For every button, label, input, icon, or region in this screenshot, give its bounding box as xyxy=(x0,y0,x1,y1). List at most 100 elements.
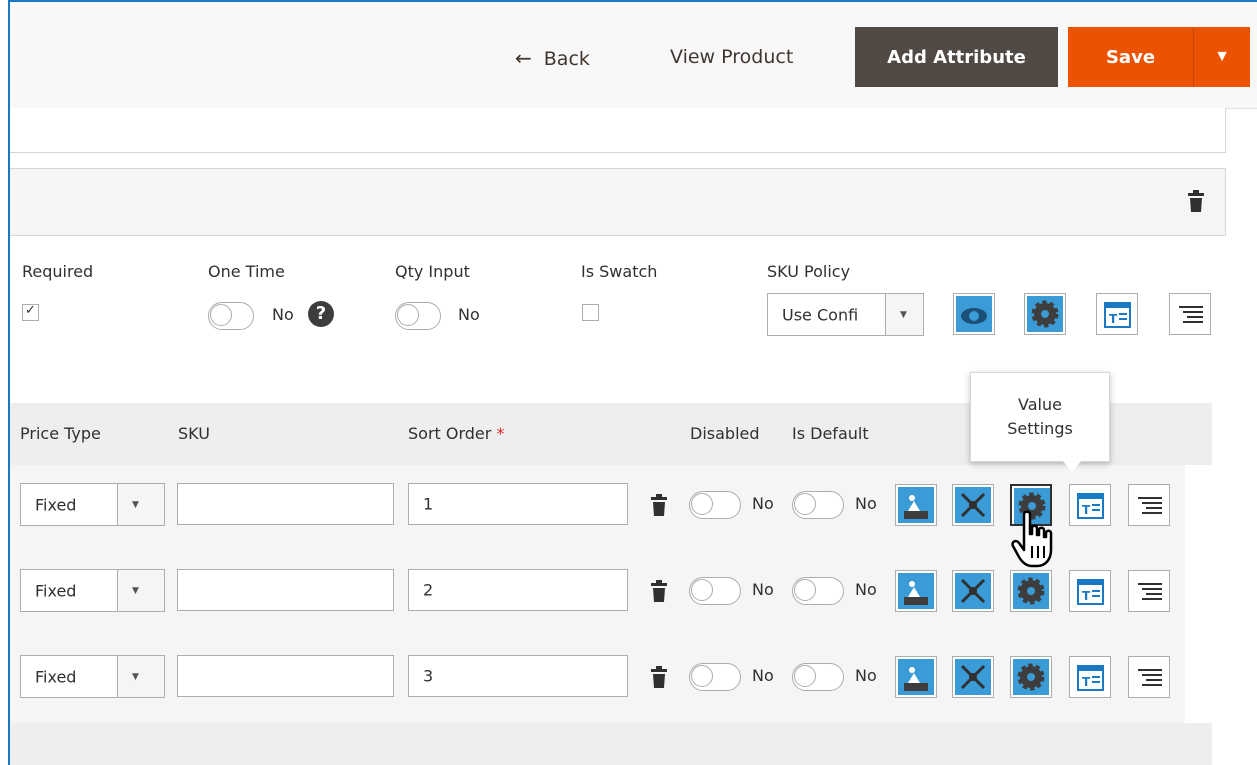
save-options-toggle[interactable]: ▼ xyxy=(1193,27,1250,87)
trash-icon[interactable] xyxy=(650,665,668,689)
price-type-value: Fixed xyxy=(35,495,77,514)
value-settings-button[interactable] xyxy=(1010,570,1052,612)
is-default-toggle[interactable] xyxy=(792,663,844,691)
disabled-toggle[interactable] xyxy=(689,663,741,691)
image-icon xyxy=(898,573,934,609)
caret-down-icon: ▼ xyxy=(1214,48,1230,65)
sku-policy-value: Use Confi xyxy=(782,305,859,324)
price-type-select[interactable]: Fixed ▼ xyxy=(20,569,165,612)
sku-input[interactable] xyxy=(177,569,394,611)
sku-input[interactable] xyxy=(177,655,394,697)
gear-icon xyxy=(1027,296,1063,332)
value-settings-button[interactable] xyxy=(1010,656,1052,698)
price-type-value: Fixed xyxy=(35,667,77,686)
is-default-value: No xyxy=(855,494,877,513)
values-table-footer xyxy=(10,723,1212,765)
one-time-toggle[interactable] xyxy=(208,302,254,330)
text-align-icon xyxy=(1179,306,1203,323)
sku-policy-select[interactable]: Use Confi ▼ xyxy=(767,293,924,336)
sort-order-value: 1 xyxy=(423,494,434,514)
value-image-button[interactable] xyxy=(895,484,937,526)
disabled-toggle[interactable] xyxy=(689,491,741,519)
caret-down-icon: ▼ xyxy=(132,671,139,682)
add-attribute-button[interactable]: Add Attribute xyxy=(855,27,1058,87)
column-sort-order: Sort Order * xyxy=(408,424,505,443)
sku-input[interactable] xyxy=(177,483,394,525)
value-dependency-button[interactable] xyxy=(952,570,994,612)
svg-text:T: T xyxy=(1082,589,1091,603)
sort-order-input[interactable]: 3 xyxy=(408,655,628,697)
sort-order-value: 2 xyxy=(423,580,434,600)
trash-icon[interactable] xyxy=(650,493,668,517)
value-template-button[interactable]: T xyxy=(1069,484,1111,526)
option-header xyxy=(10,168,1226,236)
gear-icon xyxy=(1013,573,1049,609)
is-default-value: No xyxy=(855,580,877,599)
required-label: Required xyxy=(22,262,94,281)
template-icon: T xyxy=(1077,579,1104,605)
is-default-value: No xyxy=(855,666,877,685)
disabled-value: No xyxy=(752,666,774,685)
one-time-value: No xyxy=(272,305,294,324)
trash-icon[interactable] xyxy=(1187,189,1205,213)
disabled-toggle[interactable] xyxy=(689,577,741,605)
option-template-button[interactable]: T xyxy=(1096,293,1138,335)
text-align-icon xyxy=(1138,497,1162,514)
qty-input-value: No xyxy=(458,305,480,324)
checkmark-icon: ✓ xyxy=(25,303,36,318)
column-disabled: Disabled xyxy=(690,424,760,443)
required-checkbox[interactable]: ✓ xyxy=(22,303,39,321)
price-type-select[interactable]: Fixed ▼ xyxy=(20,655,165,698)
text-align-icon xyxy=(1138,669,1162,686)
template-icon: T xyxy=(1104,302,1131,328)
option-description-button[interactable] xyxy=(1169,293,1211,335)
one-time-label: One Time xyxy=(208,262,285,281)
tooltip-pointer xyxy=(1062,460,1082,472)
is-default-toggle[interactable] xyxy=(792,577,844,605)
template-icon: T xyxy=(1077,665,1104,691)
column-sku: SKU xyxy=(178,424,210,443)
image-icon xyxy=(898,659,934,695)
disabled-value: No xyxy=(752,580,774,599)
value-image-button[interactable] xyxy=(895,656,937,698)
disabled-value: No xyxy=(752,494,774,513)
is-default-toggle[interactable] xyxy=(792,491,844,519)
value-dependency-button[interactable] xyxy=(952,484,994,526)
option-settings-button[interactable] xyxy=(1024,293,1066,335)
value-image-button[interactable] xyxy=(895,570,937,612)
arrow-left-icon: ← xyxy=(515,46,532,70)
page-actions-header: ← Back View Product Add Attribute Save ▼ xyxy=(10,2,1257,109)
sort-order-input[interactable]: 2 xyxy=(408,569,628,611)
eye-icon xyxy=(956,296,992,332)
view-product-button[interactable]: View Product xyxy=(670,46,793,68)
value-description-button[interactable] xyxy=(1128,570,1170,612)
section-panel xyxy=(10,108,1226,153)
is-swatch-checkbox[interactable] xyxy=(582,304,599,321)
image-icon xyxy=(898,487,934,523)
price-type-value: Fixed xyxy=(35,581,77,600)
sku-policy-label: SKU Policy xyxy=(767,262,851,281)
value-description-button[interactable] xyxy=(1128,656,1170,698)
back-label: Back xyxy=(543,48,590,70)
value-dependency-button[interactable] xyxy=(952,656,994,698)
sort-order-input[interactable]: 1 xyxy=(408,483,628,525)
column-price-type: Price Type xyxy=(20,424,101,443)
value-description-button[interactable] xyxy=(1128,484,1170,526)
price-type-select[interactable]: Fixed ▼ xyxy=(20,483,165,526)
qty-input-toggle[interactable] xyxy=(395,302,441,330)
gear-icon xyxy=(1013,659,1049,695)
save-button[interactable]: Save xyxy=(1068,27,1193,87)
trash-icon[interactable] xyxy=(650,579,668,603)
dependency-icon xyxy=(955,659,991,695)
hand-cursor-icon xyxy=(1011,510,1053,568)
help-icon[interactable]: ? xyxy=(308,301,334,327)
dependency-icon xyxy=(955,573,991,609)
back-button[interactable]: ← Back xyxy=(515,46,590,70)
tooltip-line-2: Settings xyxy=(1007,419,1073,438)
column-is-default: Is Default xyxy=(792,424,869,443)
value-template-button[interactable]: T xyxy=(1069,570,1111,612)
value-template-button[interactable]: T xyxy=(1069,656,1111,698)
is-swatch-label: Is Swatch xyxy=(581,262,658,281)
visibility-button[interactable] xyxy=(953,293,995,335)
value-settings-tooltip: Value Settings xyxy=(970,372,1110,462)
